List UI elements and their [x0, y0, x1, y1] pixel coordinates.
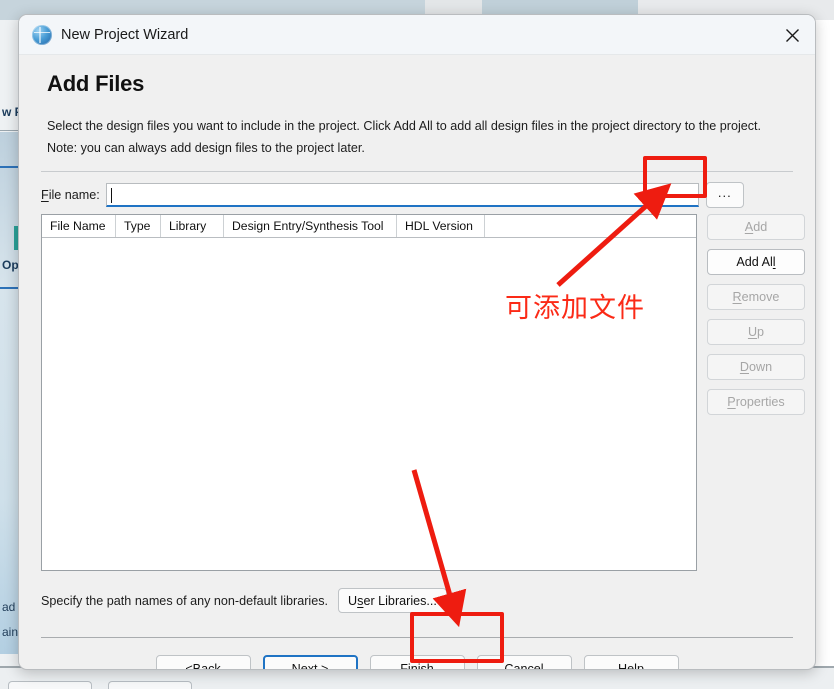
user-libraries-button[interactable]: Us er Libraries... [338, 588, 447, 614]
file-name-input[interactable] [106, 183, 698, 205]
btn-pre: < [185, 662, 193, 670]
btn-post: roperties [735, 395, 785, 410]
btn-post: dd [753, 220, 768, 235]
btn-post: er Libraries... [363, 593, 437, 608]
next-button[interactable]: Next > [262, 655, 358, 670]
file-name-label: File name: [41, 188, 100, 202]
column-header-type[interactable]: Type [116, 215, 161, 238]
btn-mnemonic: D [739, 360, 749, 375]
btn-mnemonic: A [744, 220, 754, 235]
close-icon[interactable] [769, 15, 815, 55]
btn-post: inish [407, 662, 434, 670]
finish-button[interactable]: Finish [369, 655, 465, 670]
column-header-spacer[interactable] [485, 215, 696, 237]
background-button-stub [8, 681, 92, 689]
page-title: Add Files [47, 71, 145, 96]
btn-mnemonic: R [732, 290, 742, 305]
files-table-header: File Name Type Library Design Entry/Synt… [42, 215, 696, 239]
page-description: Select the design files you want to incl… [47, 115, 787, 159]
page-description-line-1: Select the design files you want to incl… [47, 119, 762, 133]
help-button[interactable]: Help [583, 655, 679, 670]
btn-mnemonic: l [772, 255, 776, 270]
btn-post: emove [741, 290, 780, 305]
files-area: File Name Type Library Design Entry/Synt… [19, 208, 815, 572]
page-description-line-2: Note: you can always add design files to… [47, 141, 365, 156]
up-button[interactable]: Up [707, 319, 805, 346]
browse-button[interactable]: ... [705, 181, 744, 208]
background-text-fragment: ad [2, 600, 16, 614]
user-libraries-text: Specify the path names of any non-defaul… [41, 593, 329, 608]
wizard-navigation: < Back Next > Finish Cancel Help [19, 638, 815, 670]
file-name-label-mnemonic: F [41, 187, 49, 202]
down-button[interactable]: Down [707, 354, 805, 381]
file-name-input-wrapper[interactable] [105, 182, 699, 207]
btn-post: ext > [300, 662, 329, 670]
column-header-library[interactable]: Library [161, 215, 224, 238]
btn-mnemonic: F [400, 662, 408, 670]
btn-mnemonic: N [291, 662, 301, 670]
add-all-button[interactable]: Add Al l [707, 249, 805, 276]
btn-post: elp [627, 662, 644, 670]
btn-mnemonic: H [618, 662, 628, 670]
properties-button[interactable]: Properties [707, 389, 805, 416]
file-name-row: File name: ... [19, 172, 815, 208]
background-text-fragment: Op [2, 258, 19, 272]
btn-mnemonic: B [192, 662, 202, 670]
back-button[interactable]: < Back [155, 655, 251, 670]
column-header-file-name[interactable]: File Name [42, 215, 116, 238]
text-caret [110, 187, 112, 203]
dialog-titlebar: New Project Wizard [19, 15, 815, 55]
btn-mnemonic: U [747, 325, 758, 340]
background-text-fragment: ain [2, 625, 19, 639]
btn-mnemonic: P [727, 395, 736, 410]
new-project-wizard-dialog: New Project Wizard Add Files Select the … [18, 14, 816, 670]
file-actions-column: Add Add Al l Remove Up Down Properties [707, 214, 805, 571]
files-table[interactable]: File Name Type Library Design Entry/Synt… [41, 214, 697, 572]
column-header-hdl-version[interactable]: HDL Version [397, 215, 485, 238]
cancel-button[interactable]: Cancel [476, 655, 572, 670]
files-table-body[interactable] [42, 238, 696, 571]
add-button[interactable]: Add [707, 214, 805, 241]
btn-pre: Add Al [736, 255, 773, 270]
user-libraries-row: Specify the path names of any non-defaul… [19, 571, 815, 614]
btn-post: ack [201, 662, 221, 670]
background-button-stub [108, 681, 192, 689]
btn-pre: Cancel [504, 662, 544, 670]
quartus-globe-icon [32, 24, 52, 45]
btn-post: own [749, 360, 773, 375]
file-name-label-rest: ile name: [48, 187, 100, 202]
dialog-title: New Project Wizard [61, 26, 189, 43]
btn-pre: U [348, 593, 358, 608]
btn-post: p [757, 325, 765, 340]
dialog-header: Add Files Select the design files you wa… [19, 55, 815, 159]
remove-button[interactable]: Remove [707, 284, 805, 311]
column-header-design-entry[interactable]: Design Entry/Synthesis Tool [224, 215, 397, 238]
